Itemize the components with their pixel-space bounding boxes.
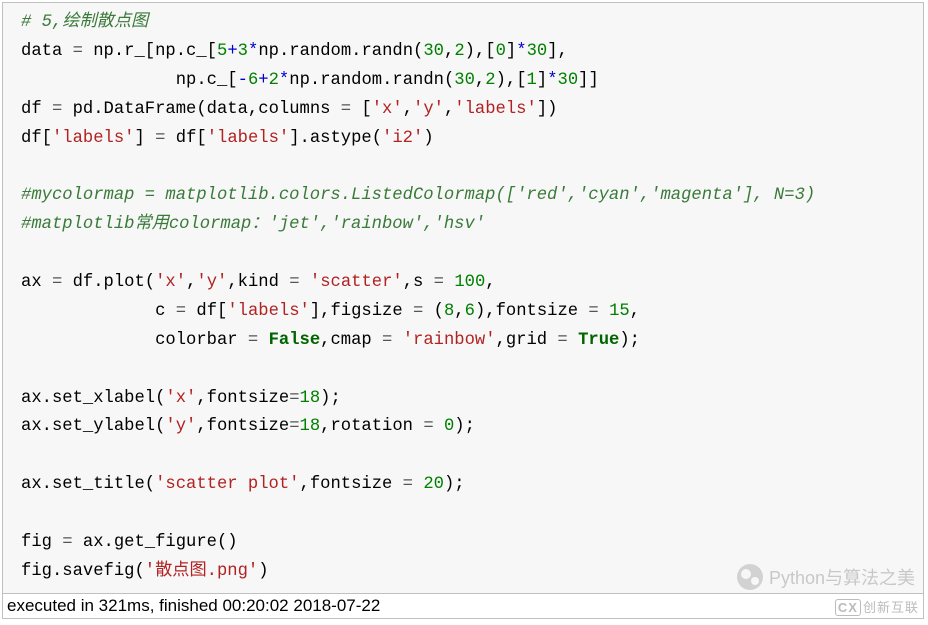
code-content: # 5,绘制散点图 data = np.r_[np.c_[5+3*np.rand… bbox=[3, 3, 923, 593]
execution-status: executed in 321ms, finished 00:20:02 201… bbox=[3, 593, 923, 618]
watermark: Python与算法之美 bbox=[737, 564, 915, 590]
code-text: data bbox=[21, 42, 73, 61]
comment-line: # 5,绘制散点图 bbox=[21, 13, 148, 32]
wechat-icon bbox=[737, 564, 763, 590]
comment-line: #matplotlib常用colormap：'jet','rainbow','h… bbox=[21, 215, 485, 234]
code-cell: # 5,绘制散点图 data = np.r_[np.c_[5+3*np.rand… bbox=[2, 2, 924, 619]
brand-watermark: CX创新互联 bbox=[835, 597, 919, 616]
watermark-text: Python与算法之美 bbox=[769, 564, 915, 590]
comment-line: #mycolormap = matplotlib.colors.ListedCo… bbox=[21, 186, 815, 205]
